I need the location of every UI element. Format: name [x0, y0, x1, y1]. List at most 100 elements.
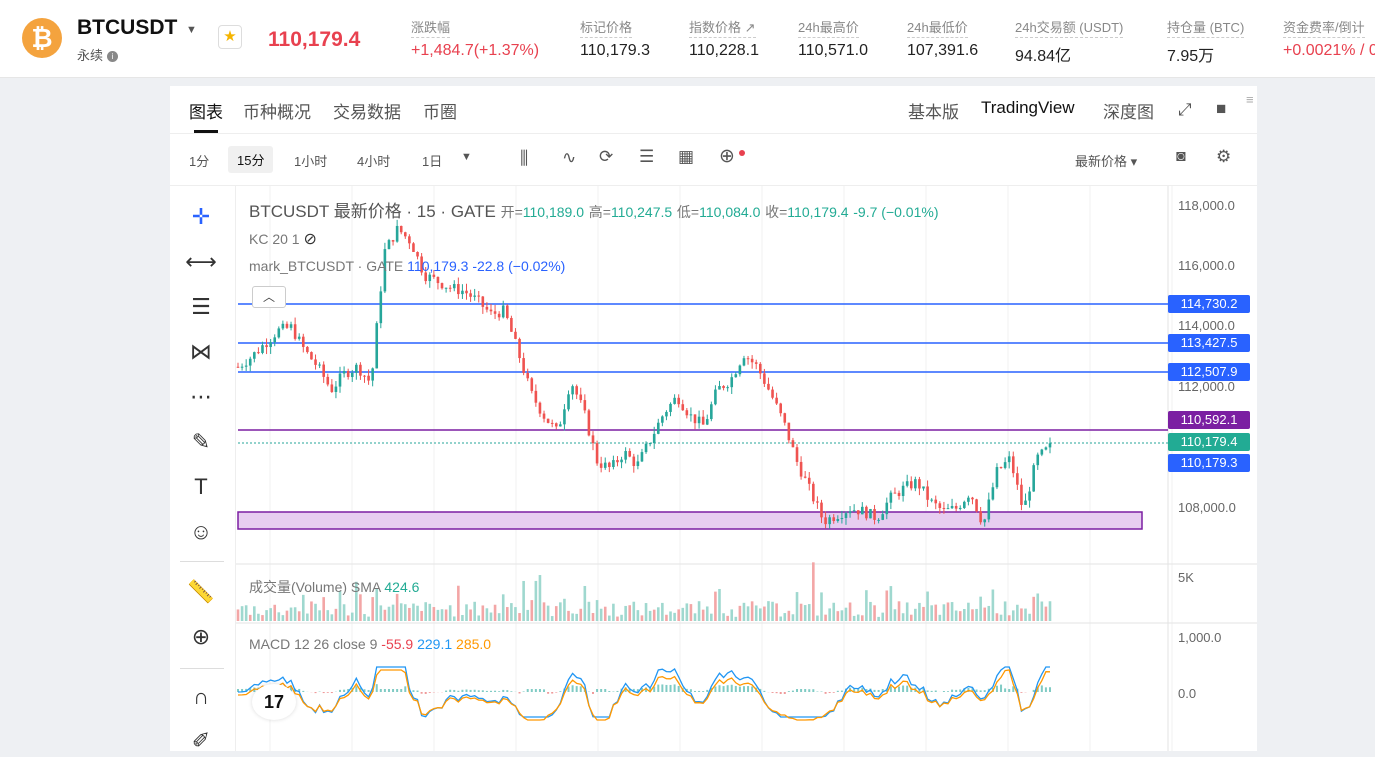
volume-bar	[746, 606, 750, 621]
timeframe-1h[interactable]: 1小时	[294, 151, 327, 170]
bitcoin-icon: ₿	[22, 18, 62, 58]
volume-bar	[820, 592, 823, 621]
stat-index-price[interactable]: 指数价格 ↗ 110,228.1	[689, 17, 759, 60]
tab-chart[interactable]: 图表	[189, 98, 223, 123]
candle-body	[693, 414, 697, 424]
macd-histogram-bar	[445, 690, 448, 692]
volume-bar	[383, 609, 387, 621]
macd-histogram-bar	[461, 689, 464, 692]
legend-low: 110,084.0	[699, 204, 761, 220]
signal-line	[237, 669, 1051, 721]
candle-body	[877, 519, 880, 521]
templates-icon[interactable]: ☰	[639, 147, 654, 167]
last-price: 110,179.4	[268, 28, 361, 51]
price-type-select[interactable]: 最新价格 ▾	[1075, 151, 1137, 170]
candle-body	[493, 311, 497, 314]
volume-bar	[669, 611, 672, 621]
market-header: ₿ BTCUSDT ▼ 永续 i ★ 110,179.4 涨跌幅 +1,484.7(…	[0, 0, 1375, 78]
volume-bar	[1028, 613, 1031, 621]
candle-body	[946, 508, 950, 510]
volume-bar	[914, 608, 917, 621]
stat-label: 24h最低价	[907, 17, 968, 38]
macd-histogram-bar	[367, 689, 370, 692]
view-tradingview[interactable]: TradingView	[981, 98, 1075, 118]
view-basic[interactable]: 基本版	[908, 98, 959, 123]
candle-body	[967, 497, 970, 502]
candle-body	[905, 481, 909, 486]
layout-icon[interactable]: ▦	[678, 147, 694, 167]
candle-body	[293, 324, 297, 339]
volume-bar	[971, 609, 974, 621]
candle-body	[542, 413, 546, 419]
compare-icon[interactable]: ⟳	[599, 147, 613, 167]
timeframe-4h[interactable]: 4小时	[357, 151, 390, 170]
collapse-legend-button[interactable]: ︿	[252, 286, 286, 308]
tab-circle[interactable]: 币圈	[423, 98, 457, 123]
candle-body	[469, 293, 472, 297]
view-depth[interactable]: 深度图	[1103, 98, 1154, 123]
volume-bar	[297, 611, 301, 621]
volume-bar	[489, 612, 493, 621]
volume-bar	[750, 601, 754, 621]
candle-body	[771, 389, 774, 398]
volume-bar	[938, 614, 942, 621]
volume-bar	[399, 603, 403, 621]
volume-bar	[608, 615, 611, 621]
candle-body	[701, 416, 705, 425]
candle-body	[889, 492, 893, 503]
gear-icon[interactable]: ⚙	[1216, 147, 1231, 167]
favorite-star-icon[interactable]: ★	[218, 25, 242, 49]
candle-body	[950, 505, 954, 509]
timeframe-1m[interactable]: 1分	[189, 151, 209, 170]
timeframe-15m[interactable]: 15分	[228, 146, 274, 173]
macd-histogram-bar	[828, 692, 831, 694]
support-zone	[237, 511, 1143, 530]
expand-icon[interactable]: ⤢	[1178, 100, 1192, 120]
volume-bar	[852, 615, 856, 621]
macd-histogram-bar	[930, 690, 933, 692]
volume-bar	[363, 614, 366, 621]
add-alert-icon[interactable]: ⊕	[719, 145, 735, 168]
candle-body	[257, 352, 260, 354]
macd-histogram-bar	[812, 689, 815, 692]
volume-bar	[289, 607, 293, 621]
volume-bar	[799, 603, 803, 621]
info-icon[interactable]: i	[107, 51, 119, 63]
candle-body	[477, 295, 481, 297]
candle-body	[567, 394, 570, 410]
indicators-icon[interactable]: ∿	[562, 148, 576, 168]
level-label: 113,427.5	[1168, 334, 1250, 352]
volume-bar	[742, 602, 746, 621]
candle-body	[514, 331, 517, 339]
camera-icon[interactable]: ◙	[1176, 148, 1186, 166]
menu-icon[interactable]: ≡	[1246, 92, 1254, 107]
candle-body	[873, 509, 876, 520]
tab-overview[interactable]: 币种概况	[243, 98, 311, 123]
macd-histogram-bar	[824, 692, 827, 694]
stat-24h-low: 24h最低价 107,391.6	[907, 17, 978, 60]
macd-histogram-bar	[392, 689, 395, 692]
tab-trading-data[interactable]: 交易数据	[333, 98, 401, 123]
chevron-down-icon[interactable]: ▼	[461, 151, 472, 163]
volume-bar	[326, 610, 330, 621]
candle-body	[412, 243, 415, 253]
price-tick: 118,000.0	[1178, 198, 1235, 213]
eye-hidden-icon[interactable]: ⊘	[303, 231, 316, 248]
volume-bar	[269, 608, 272, 621]
timeframe-1d[interactable]: 1日	[422, 151, 442, 170]
candle-body	[244, 365, 248, 367]
candles-icon[interactable]: ⫼	[520, 148, 528, 169]
chevron-down-icon[interactable]: ▼	[186, 24, 197, 36]
volume-bar	[403, 604, 407, 621]
volume-bar	[1040, 601, 1044, 621]
legend-open-label: 开=	[500, 204, 523, 220]
volume-bar	[408, 607, 411, 621]
fullscreen-icon[interactable]: ■	[1216, 99, 1226, 119]
macd-histogram-bar	[547, 692, 550, 694]
pair-name[interactable]: BTCUSDT	[77, 16, 177, 40]
legend-high-label: 高=	[588, 204, 611, 220]
candle-body	[836, 519, 840, 522]
legend-open: 110,189.0	[522, 204, 585, 220]
candle-body	[506, 305, 509, 318]
volume-bar	[469, 609, 472, 621]
